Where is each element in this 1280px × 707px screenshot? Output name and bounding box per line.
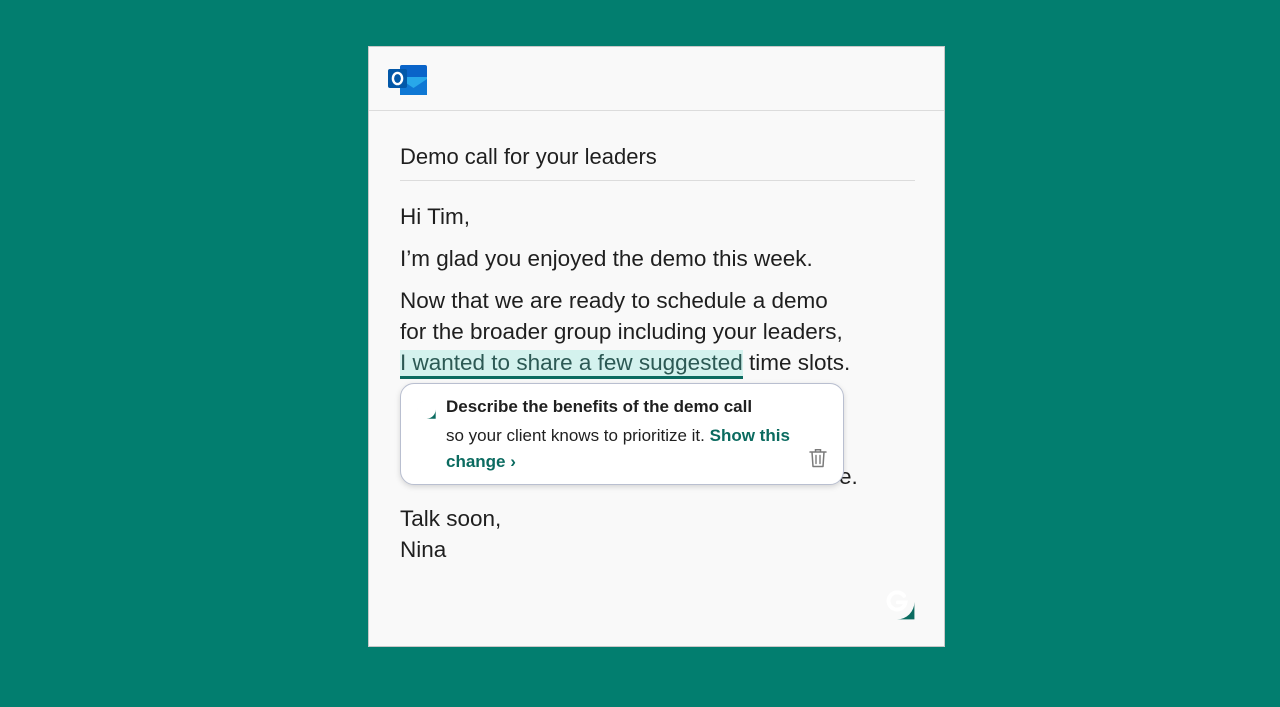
flagged-text-highlight[interactable]: I wanted to share a few suggested xyxy=(400,350,743,379)
email-paragraph-tail: time slots. xyxy=(742,350,851,375)
suggestion-description: so your client knows to prioritize it. xyxy=(446,426,705,445)
email-signoff[interactable]: Talk soon, xyxy=(400,503,501,534)
email-paragraph-line-1[interactable]: Now that we are ready to schedule a demo xyxy=(400,285,828,316)
trash-icon[interactable] xyxy=(809,448,827,468)
outlook-icon xyxy=(388,65,427,95)
suggestion-card[interactable]: Describe the benefits of the demo call s… xyxy=(400,383,844,485)
suggestion-title: Describe the benefits of the demo call xyxy=(446,397,753,416)
email-subject[interactable]: Demo call for your leaders xyxy=(400,143,915,171)
grammarly-icon[interactable] xyxy=(878,583,916,621)
email-compose-window: Demo call for your leaders Hi Tim, I’m g… xyxy=(368,46,945,647)
email-signature[interactable]: Nina xyxy=(400,534,446,565)
email-greeting[interactable]: Hi Tim, xyxy=(400,201,470,232)
subject-divider xyxy=(400,180,915,181)
email-line-glad[interactable]: I’m glad you enjoyed the demo this week. xyxy=(400,243,813,274)
email-paragraph-line-2[interactable]: for the broader group including your lea… xyxy=(400,316,843,347)
grammarly-icon xyxy=(417,400,436,419)
suggestion-description-block: so your client knows to prioritize it. S… xyxy=(446,423,806,475)
email-paragraph-line-3[interactable]: I wanted to share a few suggested time s… xyxy=(400,347,851,379)
app-header xyxy=(369,47,944,111)
